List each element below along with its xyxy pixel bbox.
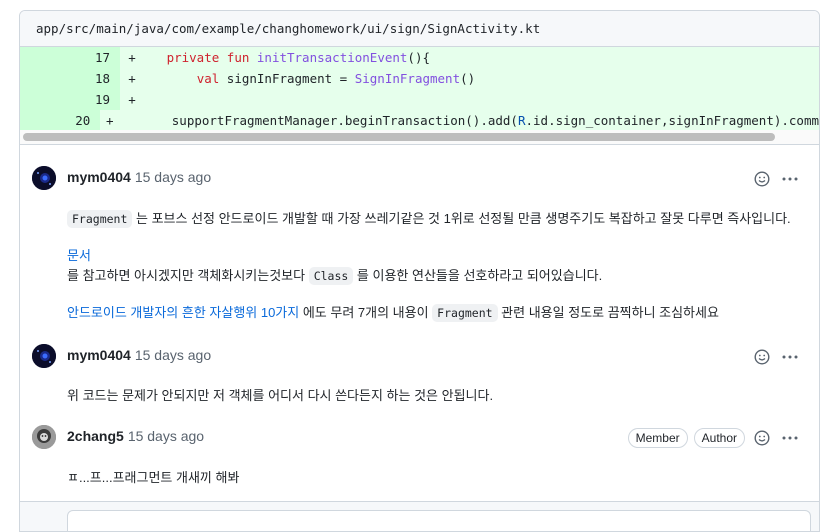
code-line: supportFragmentManager.beginTransaction(…: [171, 113, 819, 128]
diff-line-19: 19 +: [20, 89, 819, 110]
avatar-image: [32, 166, 56, 190]
smiley-icon[interactable]: [751, 168, 773, 190]
reply-input[interactable]: [67, 510, 811, 531]
comment-actions: Member Author: [627, 427, 801, 449]
line-number[interactable]: 17: [20, 47, 120, 68]
docs-link[interactable]: 문서: [67, 248, 91, 263]
comment-actions: [751, 346, 801, 368]
avatar-image: [32, 344, 56, 368]
diff-sign: +: [128, 71, 136, 86]
reply-area: [20, 501, 819, 531]
diff-line-17: 17 + private fun initTransactionEvent(){: [20, 47, 819, 68]
timestamp[interactable]: 15 days ago: [135, 169, 211, 185]
code-line: private fun initTransactionEvent(){: [166, 50, 430, 65]
comment-header: 2chang5 15 days ago: [67, 428, 204, 444]
comment-actions: [751, 168, 801, 190]
smiley-icon[interactable]: [751, 346, 773, 368]
kebab-icon[interactable]: [779, 168, 801, 190]
avatar-image: [32, 425, 56, 449]
author-name[interactable]: mym0404: [67, 347, 131, 363]
code-line: val signInFragment = SignInFragment(): [196, 71, 476, 86]
kebab-icon[interactable]: [779, 346, 801, 368]
paragraph: 안드로이드 개발자의 흔한 자살행위 10가지 에도 무려 7개의 내용이 Fr…: [67, 304, 719, 322]
line-number[interactable]: 20: [20, 110, 101, 130]
kebab-icon[interactable]: [779, 427, 801, 449]
scrollbar-thumb[interactable]: [23, 133, 775, 141]
avatar[interactable]: [32, 344, 56, 368]
horizontal-scrollbar[interactable]: [20, 130, 819, 145]
avatar[interactable]: [32, 166, 56, 190]
timestamp[interactable]: 15 days ago: [128, 428, 204, 444]
line-number[interactable]: 18: [20, 68, 120, 89]
diff-sign: +: [128, 50, 136, 65]
comment-header: mym0404 15 days ago: [67, 347, 211, 363]
comment-body: Fragment 는 포브스 선정 안드로이드 개발할 때 가장 쓰레기같은 것…: [67, 209, 805, 323]
inline-code: Fragment: [67, 210, 133, 228]
review-thread: app/src/main/java/com/example/changhomew…: [19, 10, 820, 532]
diff-sign: +: [105, 113, 114, 128]
file-path-header: app/src/main/java/com/example/changhomew…: [20, 11, 819, 47]
author-name[interactable]: mym0404: [67, 169, 131, 185]
line-number[interactable]: 19: [20, 89, 120, 110]
inline-code: Class: [308, 267, 354, 285]
author-badge: Author: [693, 428, 745, 448]
author-name[interactable]: 2chang5: [67, 428, 124, 444]
comment-body: ㅍ...프...프래그먼트 개새끼 해봐: [67, 468, 805, 488]
comment-body: 위 코드는 문제가 안되지만 저 객체를 어디서 다시 쓴다든지 하는 것은 안…: [67, 386, 805, 406]
file-path[interactable]: app/src/main/java/com/example/changhomew…: [36, 21, 540, 36]
avatar[interactable]: [32, 425, 56, 449]
comment-header: mym0404 15 days ago: [67, 169, 211, 185]
timestamp[interactable]: 15 days ago: [135, 347, 211, 363]
diff-line-18: 18 + val signInFragment = SignInFragment…: [20, 68, 819, 89]
smiley-icon[interactable]: [751, 427, 773, 449]
paragraph: 를 참고하면 아시겠지만 객체화시키는것보다 Class 를 이용한 연산들을 …: [67, 267, 603, 285]
inline-code: Fragment: [432, 304, 498, 322]
article-link[interactable]: 안드로이드 개발자의 흔한 자살행위 10가지: [67, 305, 299, 320]
member-badge: Member: [627, 428, 688, 448]
paragraph: 문서: [67, 246, 805, 266]
diff-hunk: 17 + private fun initTransactionEvent(){…: [20, 47, 819, 130]
diff-line-20: 20 + supportFragmentManager.beginTransac…: [20, 110, 819, 130]
paragraph: ㅍ...프...프래그먼트 개새끼 해봐: [67, 470, 240, 485]
paragraph: Fragment 는 포브스 선정 안드로이드 개발할 때 가장 쓰레기같은 것…: [67, 209, 805, 229]
diff-sign: +: [128, 92, 136, 107]
paragraph: 위 코드는 문제가 안되지만 저 객체를 어디서 다시 쓴다든지 하는 것은 안…: [67, 388, 494, 403]
